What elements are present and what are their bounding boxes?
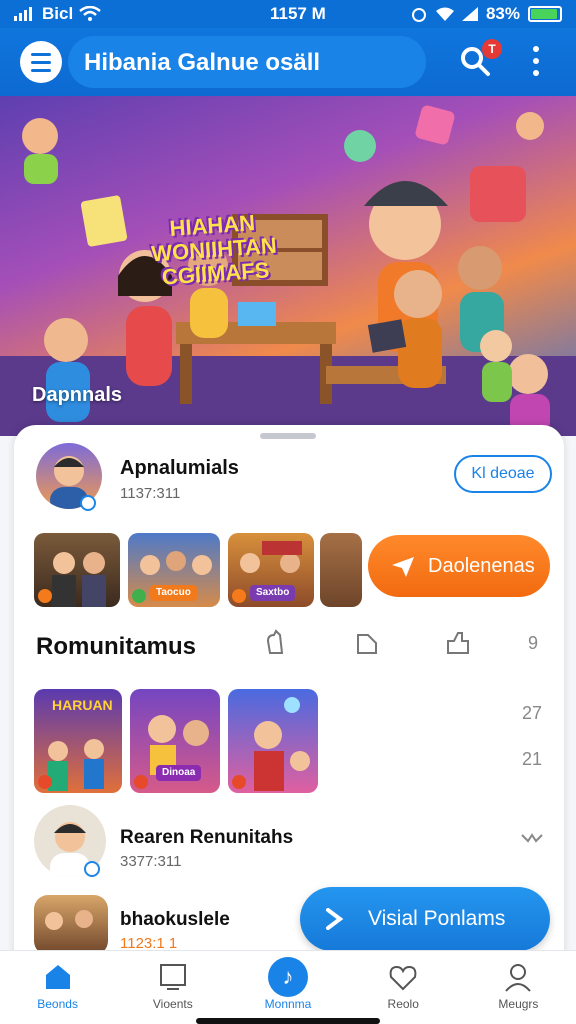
section-side-number: 9 (528, 633, 539, 653)
list-item-1-name: Rearen Renunitahs (120, 827, 294, 848)
nav-profile-label: Meugrs (498, 997, 539, 1011)
profile-sub: 1137:311 (120, 485, 181, 502)
thumbnail-3-badge-icon (232, 589, 246, 603)
wifi-small-icon (435, 7, 454, 21)
thumbnail-2-badge-icon (132, 589, 146, 603)
tab-icon-like[interactable] (444, 629, 472, 657)
wifi-icon (79, 6, 101, 21)
cta-orange-button[interactable]: Daolenenas (368, 535, 550, 597)
verified-badge-icon (80, 495, 96, 511)
nav-events[interactable]: Vioents (115, 951, 230, 1024)
heart-icon (389, 965, 417, 991)
carrier-label: Bicl (42, 4, 74, 23)
home-indicator (196, 1018, 380, 1024)
more-options-button[interactable] (530, 46, 542, 76)
grid-thumb-2-tag: Dinoaa (156, 765, 202, 781)
app-screen: Bicl 1157 M 83% Hibania Galnue osäll T H… (0, 0, 576, 1024)
status-right: 83% (410, 4, 562, 24)
thumbnail-3[interactable]: Saxtbo (228, 533, 314, 607)
status-time: 1157 M (270, 4, 326, 23)
menu-button[interactable] (20, 41, 62, 83)
hero-caption: Dapnnals (32, 384, 123, 406)
thumbnail-2-tag: Taocuo (150, 585, 197, 601)
thumbnail-4[interactable] (320, 533, 362, 607)
status-bar: Bicl 1157 M 83% (0, 0, 576, 28)
nav-home[interactable]: Beonds (0, 951, 115, 1024)
nav-profile[interactable]: Meugrs (461, 951, 576, 1024)
grid-thumb-1-tag: HARUAN (52, 697, 113, 713)
grid-thumb-1-badge-icon (38, 775, 52, 789)
alarm-icon (411, 8, 426, 22)
row2-side-number-2: 21 (522, 749, 543, 769)
cell-icon (461, 7, 478, 21)
section-title: Romunitamus (36, 633, 197, 660)
grid-thumb-3-badge-icon (232, 775, 246, 789)
signal-icon (14, 7, 32, 21)
monitor-icon (159, 964, 186, 990)
list-item-1-sub: 3377:311 (120, 853, 182, 870)
list-item-1-expand-icon[interactable] (520, 831, 544, 845)
nav-favorites-label: Reolo (387, 997, 419, 1011)
tab-icon-folder[interactable] (354, 629, 382, 657)
home-icon (45, 965, 70, 989)
grid-thumb-3[interactable] (228, 689, 318, 793)
row2-side-number-1: 27 (522, 703, 543, 723)
thumbnail-3-tag: Saxtbo (250, 585, 296, 601)
status-left: Bicl (14, 4, 101, 24)
list-item-2-name: bhaokuslele (120, 909, 230, 930)
hero-banner[interactable]: HIAHAN WONIIHTAN CGIIMAFS Dapnnals (0, 96, 576, 436)
bottom-navigation: Beonds Vioents ♪ Monnma Reolo Meugrs (0, 950, 576, 1024)
thumbnail-2[interactable]: Taocuo (128, 533, 220, 607)
battery-icon (528, 6, 562, 22)
list-item-2-avatar-illustration (45, 910, 93, 930)
app-bar: Hibania Galnue osäll T (0, 28, 576, 96)
battery-percent: 83% (485, 4, 520, 23)
follow-button[interactable]: Kl deoae (454, 455, 552, 493)
grid-thumb-2-badge-icon (134, 775, 148, 789)
music-icon: ♪ (268, 957, 308, 997)
list-item-1-verified-icon (84, 861, 100, 877)
nav-events-label: Vioents (152, 997, 193, 1011)
fab-label: Visial Ponlams (368, 907, 506, 930)
nav-music-label: Monnma (264, 997, 312, 1011)
profile-name: Apnalumials (120, 457, 239, 479)
tab-icon-hand[interactable] (262, 629, 290, 657)
plane-icon (392, 557, 414, 577)
nav-home-label: Beonds (37, 997, 78, 1011)
app-title: Hibania Galnue osäll (68, 36, 426, 88)
chevron-right-icon (326, 908, 344, 930)
list-item-2-avatar[interactable] (34, 895, 108, 955)
fab-visual-button[interactable]: Visial Ponlams (300, 887, 550, 951)
cta-orange-label: Daolenenas (428, 554, 535, 577)
grid-thumb-1[interactable]: HARUAN (34, 689, 122, 793)
user-icon (505, 964, 532, 992)
thumbnail-1[interactable] (34, 533, 120, 607)
nav-music[interactable]: ♪ Monnma (230, 951, 345, 1024)
grid-thumb-2[interactable]: Dinoaa (130, 689, 220, 793)
content-sheet: Apnalumials 1137:311 Kl deoae Taocuo Sax… (14, 425, 564, 985)
notification-badge: T (482, 39, 502, 59)
sheet-handle[interactable] (260, 433, 316, 439)
hero-logo: HIAHAN WONIIHTAN CGIIMAFS (138, 209, 291, 291)
nav-favorites[interactable]: Reolo (346, 951, 461, 1024)
thumbnail-1-badge-icon (38, 589, 52, 603)
